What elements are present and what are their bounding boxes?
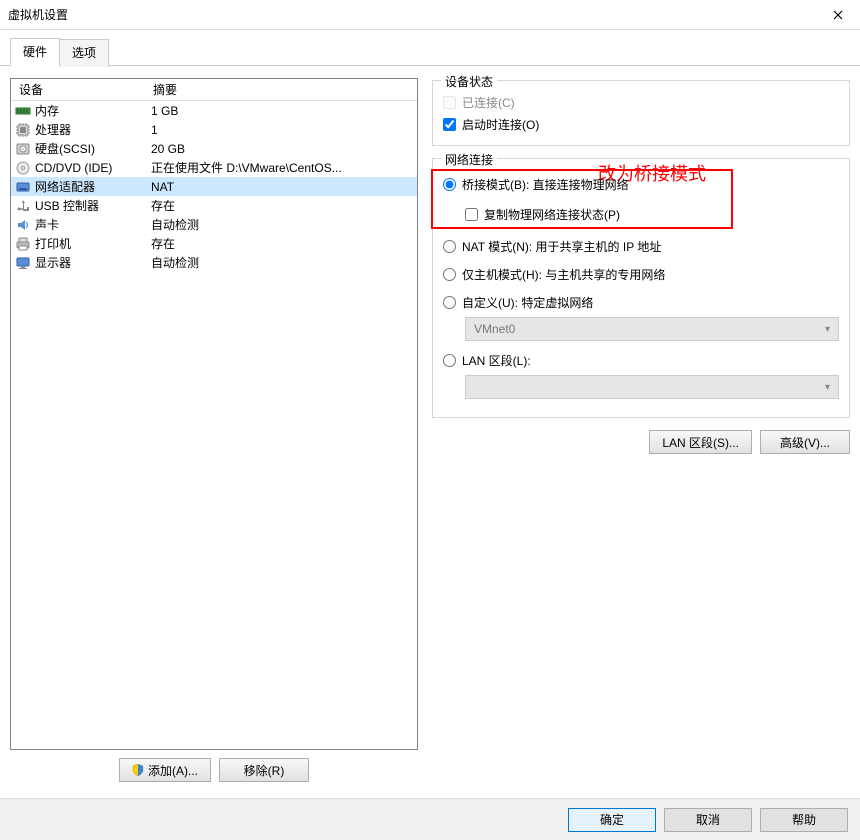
device-name: 内存 — [35, 102, 151, 119]
connect-at-poweron-row[interactable]: 启动时连接(O) — [443, 113, 839, 135]
lan-segments-label: LAN 区段(S)... — [662, 434, 739, 451]
lanseg-radio[interactable] — [443, 354, 456, 367]
custom-network-select: VMnet0 ▾ — [465, 317, 839, 341]
device-name: USB 控制器 — [35, 197, 151, 214]
connected-checkbox — [443, 96, 456, 109]
cpu-icon — [15, 122, 31, 138]
remove-device-button[interactable]: 移除(R) — [219, 758, 309, 782]
lanseg-row[interactable]: LAN 区段(L): — [443, 349, 839, 371]
device-row[interactable]: 处理器1 — [11, 120, 417, 139]
cancel-label: 取消 — [696, 811, 720, 828]
nat-radio[interactable] — [443, 240, 456, 253]
device-row[interactable]: 显示器自动检测 — [11, 253, 417, 272]
tab-options-label: 选项 — [72, 46, 96, 60]
device-row[interactable]: 网络适配器NAT — [11, 177, 417, 196]
device-name: 显示器 — [35, 254, 151, 271]
device-name: 网络适配器 — [35, 178, 151, 195]
window-title: 虚拟机设置 — [8, 6, 852, 23]
tab-strip: 硬件 选项 — [0, 30, 860, 66]
device-summary: 存在 — [151, 235, 417, 252]
device-summary: NAT — [151, 180, 417, 194]
add-device-label: 添加(A)... — [148, 762, 198, 779]
disk-icon — [15, 141, 31, 157]
lanseg-label: LAN 区段(L): — [462, 352, 531, 369]
device-row[interactable]: 内存1 GB — [11, 101, 417, 120]
tab-hardware-label: 硬件 — [23, 45, 47, 59]
connect-at-poweron-checkbox[interactable] — [443, 118, 456, 131]
advanced-label: 高级(V)... — [780, 434, 830, 451]
bridged-label: 桥接模式(B): 直接连接物理网络 — [462, 176, 629, 193]
device-summary: 1 GB — [151, 104, 417, 118]
replicate-checkbox[interactable] — [465, 208, 478, 221]
ok-label: 确定 — [600, 811, 624, 828]
ok-button[interactable]: 确定 — [568, 808, 656, 832]
hostonly-row[interactable]: 仅主机模式(H): 与主机共享的专用网络 — [443, 263, 839, 285]
custom-network-value: VMnet0 — [474, 322, 515, 336]
cd-icon — [15, 160, 31, 176]
device-list[interactable]: 设备 摘要 内存1 GB处理器1硬盘(SCSI)20 GBCD/DVD (IDE… — [10, 78, 418, 750]
custom-radio[interactable] — [443, 296, 456, 309]
sound-icon — [15, 217, 31, 233]
device-name: 打印机 — [35, 235, 151, 252]
cancel-button[interactable]: 取消 — [664, 808, 752, 832]
device-summary: 20 GB — [151, 142, 417, 156]
device-summary: 1 — [151, 123, 417, 137]
hostonly-label: 仅主机模式(H): 与主机共享的专用网络 — [462, 266, 665, 283]
bridged-radio[interactable] — [443, 178, 456, 191]
help-button[interactable]: 帮助 — [760, 808, 848, 832]
device-row[interactable]: 打印机存在 — [11, 234, 417, 253]
replicate-label: 复制物理网络连接状态(P) — [484, 206, 620, 223]
nat-label: NAT 模式(N): 用于共享主机的 IP 地址 — [462, 238, 661, 255]
custom-label: 自定义(U): 特定虚拟网络 — [462, 294, 593, 311]
col-summary-header[interactable]: 摘要 — [151, 81, 417, 98]
connect-at-poweron-label: 启动时连接(O) — [462, 116, 539, 133]
device-name: 处理器 — [35, 121, 151, 138]
network-connection-group: 网络连接 桥接模式(B): 直接连接物理网络 复制物理网络连接状态(P) NAT… — [432, 158, 850, 418]
hostonly-radio[interactable] — [443, 268, 456, 281]
device-state-legend: 设备状态 — [441, 73, 497, 90]
device-summary: 正在使用文件 D:\VMware\CentOS... — [151, 159, 417, 176]
advanced-button[interactable]: 高级(V)... — [760, 430, 850, 454]
device-name: 硬盘(SCSI) — [35, 140, 151, 157]
device-row[interactable]: CD/DVD (IDE)正在使用文件 D:\VMware\CentOS... — [11, 158, 417, 177]
device-row[interactable]: USB 控制器存在 — [11, 196, 417, 215]
dialog-button-bar: 确定 取消 帮助 — [0, 798, 860, 840]
memory-icon — [15, 103, 31, 119]
device-name: CD/DVD (IDE) — [35, 161, 151, 175]
printer-icon — [15, 236, 31, 252]
remove-device-label: 移除(R) — [244, 762, 285, 779]
lanseg-select: ▾ — [465, 375, 839, 399]
lanseg-value — [474, 380, 477, 394]
bridged-row[interactable]: 桥接模式(B): 直接连接物理网络 — [443, 173, 839, 195]
add-device-button[interactable]: 添加(A)... — [119, 758, 211, 782]
device-state-group: 设备状态 已连接(C) 启动时连接(O) — [432, 80, 850, 146]
connected-label: 已连接(C) — [462, 94, 515, 111]
device-row[interactable]: 硬盘(SCSI)20 GB — [11, 139, 417, 158]
device-name: 声卡 — [35, 216, 151, 233]
chevron-down-icon: ▾ — [825, 324, 830, 335]
network-connection-legend: 网络连接 — [441, 151, 497, 168]
lan-segments-button[interactable]: LAN 区段(S)... — [649, 430, 752, 454]
display-icon — [15, 255, 31, 271]
device-summary: 存在 — [151, 197, 417, 214]
usb-icon — [15, 198, 31, 214]
chevron-down-icon: ▾ — [825, 382, 830, 393]
shield-icon — [132, 764, 144, 776]
custom-row[interactable]: 自定义(U): 特定虚拟网络 — [443, 291, 839, 313]
tab-options[interactable]: 选项 — [59, 39, 109, 67]
nat-row[interactable]: NAT 模式(N): 用于共享主机的 IP 地址 — [443, 235, 839, 257]
replicate-row[interactable]: 复制物理网络连接状态(P) — [443, 203, 839, 225]
device-summary: 自动检测 — [151, 254, 417, 271]
help-label: 帮助 — [792, 811, 816, 828]
device-summary: 自动检测 — [151, 216, 417, 233]
col-device-header[interactable]: 设备 — [11, 81, 151, 98]
nic-icon — [15, 179, 31, 195]
connected-row: 已连接(C) — [443, 91, 839, 113]
device-list-header: 设备 摘要 — [11, 79, 417, 101]
close-button[interactable] — [816, 0, 860, 30]
tab-hardware[interactable]: 硬件 — [10, 38, 60, 66]
device-row[interactable]: 声卡自动检测 — [11, 215, 417, 234]
